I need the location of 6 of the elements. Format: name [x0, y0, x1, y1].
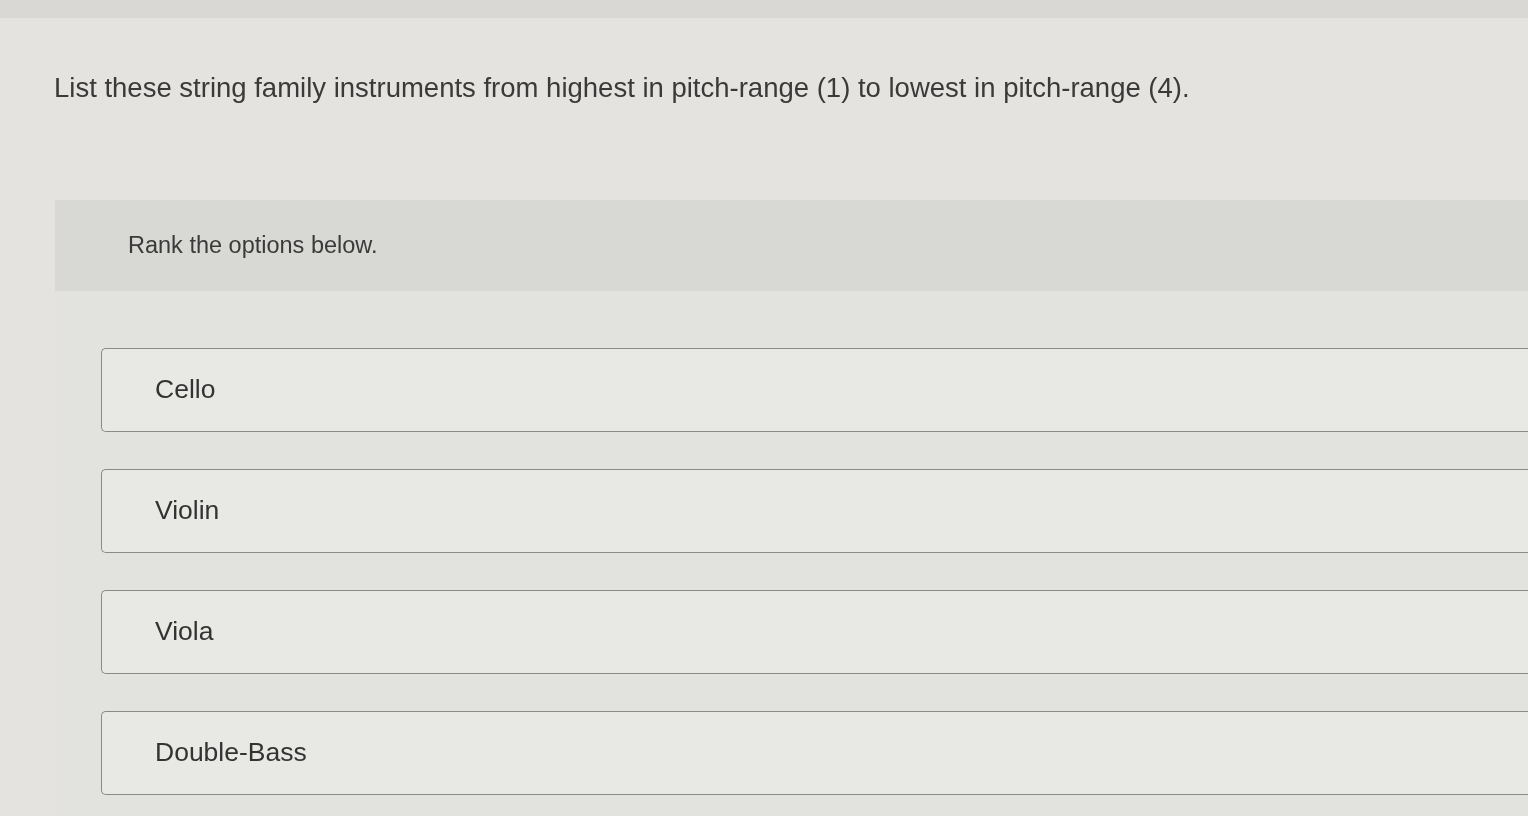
- rank-option[interactable]: Violin: [101, 469, 1528, 553]
- rank-option[interactable]: Viola: [101, 590, 1528, 674]
- rank-option[interactable]: Cello: [101, 348, 1528, 432]
- instruction-text: Rank the options below.: [128, 232, 378, 258]
- question-text: List these string family instruments from highest in pitch-range (1) to lowest in pitch-range (4).: [54, 71, 1190, 105]
- rank-option[interactable]: Double-Bass: [101, 711, 1528, 795]
